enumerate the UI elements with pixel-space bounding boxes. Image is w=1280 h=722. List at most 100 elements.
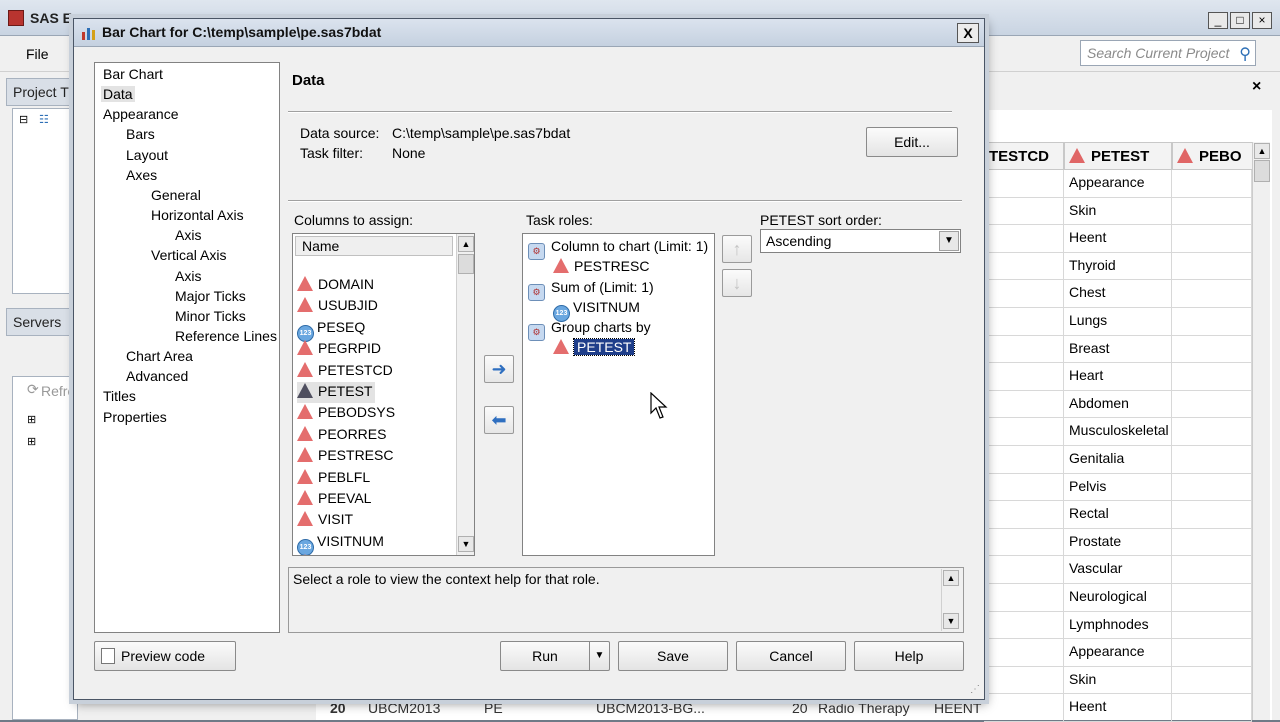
dialog-title-bar[interactable]: Bar Chart for C:\temp\sample\pe.sas7bdat… <box>74 19 984 47</box>
server-expand-icon[interactable]: ⊞ <box>27 413 36 426</box>
nav-item[interactable]: Titles <box>101 388 138 404</box>
grid-cell: Thyroid <box>1064 252 1172 281</box>
nav-item[interactable]: Bar Chart <box>101 66 165 82</box>
nav-item[interactable]: Minor Ticks <box>173 308 248 324</box>
role-icon: ⚙ <box>528 283 545 301</box>
grid-cell: Chest <box>1064 280 1172 308</box>
dialog-close-button[interactable]: X <box>957 23 979 43</box>
save-button[interactable]: Save <box>618 641 728 671</box>
sort-order-value: Ascending <box>766 233 832 249</box>
grid-cell <box>984 473 1064 502</box>
app-close-button[interactable]: × <box>1252 12 1272 29</box>
nav-item[interactable]: Data <box>101 86 135 103</box>
assign-right-arrow-icon[interactable]: ➜ <box>484 355 514 383</box>
nav-item[interactable]: Advanced <box>124 368 190 384</box>
scroll-up-arrow[interactable]: ▲ <box>943 570 959 586</box>
nav-item[interactable]: Horizontal Axis <box>149 207 246 223</box>
search-icon[interactable]: ⚲ <box>1239 44 1251 64</box>
column-list-item[interactable]: DOMAIN <box>297 275 377 296</box>
refresh-icon[interactable]: ⟳ <box>27 381 39 398</box>
grid-scrollbar[interactable]: ▲ <box>1252 142 1270 720</box>
columns-to-assign-label: Columns to assign: <box>294 212 414 228</box>
server-expand-icon-2[interactable]: ⊞ <box>27 435 36 448</box>
tree-expand-icon[interactable]: ⊟ <box>19 113 28 126</box>
task-roles-tree[interactable]: ⚙ Column to chart (Limit: 1) PESTRESC ⚙ Sum … <box>522 233 715 556</box>
scroll-up-arrow[interactable]: ▲ <box>1254 143 1270 159</box>
grid-header-petest[interactable]: PETEST <box>1064 142 1172 170</box>
column-list-item[interactable]: PESTRESC <box>297 446 396 467</box>
minimize-button[interactable]: _ <box>1208 12 1228 29</box>
servers-header[interactable]: Servers <box>6 308 78 336</box>
column-list-item[interactable]: PETEST <box>297 382 376 403</box>
resize-grip-icon[interactable]: ⋰ <box>970 684 980 695</box>
task-role[interactable]: ⚙ Group charts by <box>528 319 651 341</box>
scroll-thumb[interactable] <box>458 254 474 274</box>
grid-header-testcd[interactable]: TESTCD <box>984 142 1064 170</box>
remove-left-arrow-icon[interactable]: ⬅ <box>484 406 514 434</box>
project-tree-header[interactable]: Project Tr <box>6 78 78 106</box>
column-list-item[interactable]: PEBODSYS <box>297 403 398 424</box>
move-up-arrow-icon[interactable]: ↑ <box>722 235 752 263</box>
column-list-item[interactable]: PEGRPID <box>297 339 384 360</box>
preview-code-button[interactable]: Preview code <box>94 641 236 671</box>
chevron-down-icon[interactable]: ▼ <box>939 231 959 251</box>
nav-item[interactable]: Axis <box>173 227 203 243</box>
char-column-icon <box>1177 148 1193 163</box>
search-project-input[interactable]: Search Current Project ⚲ <box>1080 40 1256 66</box>
nav-item[interactable]: Axis <box>173 268 203 284</box>
nav-item[interactable]: Bars <box>124 126 157 142</box>
scroll-down-arrow[interactable]: ▼ <box>458 536 474 552</box>
column-list-item[interactable]: 123 VISITNUM <box>297 532 387 555</box>
grid-cell <box>984 252 1064 281</box>
scroll-thumb[interactable] <box>1254 160 1270 182</box>
nav-item[interactable]: Axes <box>124 167 159 183</box>
scroll-up-arrow[interactable]: ▲ <box>458 236 474 252</box>
refresh-label[interactable]: Refre <box>41 383 75 399</box>
nav-item[interactable]: Reference Lines <box>173 328 279 344</box>
help-scrollbar[interactable]: ▲ ▼ <box>941 569 959 631</box>
grid-cell <box>1172 528 1252 557</box>
grid-cell: 20 <box>792 700 808 716</box>
nav-item[interactable]: Chart Area <box>124 348 195 364</box>
scroll-down-arrow[interactable]: ▼ <box>943 613 959 629</box>
nav-item[interactable]: Properties <box>101 409 169 425</box>
nav-item[interactable]: General <box>149 187 203 203</box>
maximize-button[interactable]: □ <box>1230 12 1250 29</box>
column-name: VISITNUM <box>317 532 384 549</box>
nav-item[interactable]: Appearance <box>101 106 181 122</box>
column-list-item[interactable]: PEDTC <box>297 553 368 555</box>
grid-cell: Lymphnodes <box>1064 611 1172 640</box>
nav-item[interactable]: Layout <box>124 147 170 163</box>
chevron-down-icon[interactable]: ▼ <box>589 642 609 670</box>
run-button[interactable]: Run ▼ <box>500 641 610 671</box>
panel-close-icon[interactable]: × <box>1252 78 1261 96</box>
role-icon: ⚙ <box>528 324 545 341</box>
grid-header-pebo[interactable]: PEBO <box>1172 142 1254 170</box>
assigned-variable[interactable]: PESTRESC <box>553 258 649 274</box>
column-list-item[interactable]: PEBLFL <box>297 468 373 489</box>
grid-cell <box>1172 639 1252 667</box>
move-down-arrow-icon[interactable]: ↓ <box>722 269 752 297</box>
task-role-label: Sum of (Limit: 1) <box>551 278 654 295</box>
menu-file[interactable]: File <box>26 46 49 62</box>
character-column-icon <box>297 511 313 527</box>
task-role[interactable]: ⚙ Sum of (Limit: 1) <box>528 279 654 301</box>
cancel-button[interactable]: Cancel <box>736 641 846 671</box>
help-button[interactable]: Help <box>854 641 964 671</box>
edit-button[interactable]: Edit... <box>866 127 958 157</box>
sort-order-dropdown[interactable]: Ascending ▼ <box>760 229 961 253</box>
column-list-item[interactable]: PETESTCD <box>297 361 396 382</box>
column-list-item[interactable]: 123 PESEQ <box>297 318 368 342</box>
name-column-header[interactable]: Name <box>295 236 453 256</box>
task-role[interactable]: ⚙ Column to chart (Limit: 1) <box>528 238 708 260</box>
columns-listbox[interactable]: Name DOMAIN USUBJID 123 PESEQ PEGRPID PETESTC… <box>292 233 475 556</box>
column-list-item[interactable]: VISIT <box>297 510 356 531</box>
nav-item[interactable]: Major Ticks <box>173 288 248 304</box>
nav-item[interactable]: Vertical Axis <box>149 247 228 263</box>
column-list-item[interactable]: USUBJID <box>297 296 381 317</box>
assigned-variable[interactable]: PETEST <box>553 338 636 356</box>
columns-scrollbar[interactable]: ▲ ▼ <box>456 234 474 555</box>
column-list-item[interactable]: PEEVAL <box>297 489 374 510</box>
bar-chart-icon <box>82 28 95 40</box>
column-list-item[interactable]: PEORRES <box>297 425 389 446</box>
